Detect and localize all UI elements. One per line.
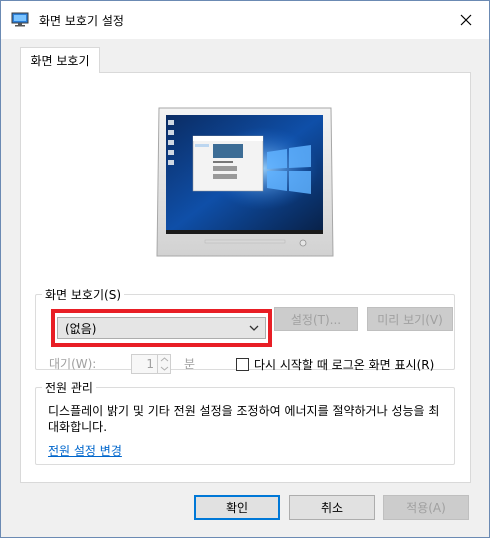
ok-button[interactable]: 확인 (194, 495, 280, 520)
wait-value: 1 (146, 357, 154, 371)
tab-panel: 화면 보호기(S) (없음) 설정(T)... 미리 보기(V) 대기(W): … (20, 72, 471, 483)
apply-button-label: 적용(A) (406, 501, 446, 515)
tab-label: 화면 보호기 (30, 54, 90, 68)
spin-arrows[interactable] (157, 355, 170, 373)
wait-spinner[interactable]: 1 (131, 354, 171, 374)
window-title: 화면 보호기 설정 (39, 14, 124, 28)
power-group: 전원 관리 디스플레이 밝기 및 기타 전원 설정을 조정하여 에너지를 절약하… (35, 379, 455, 465)
power-settings-link[interactable]: 전원 설정 변경 (48, 442, 122, 459)
cancel-button[interactable]: 취소 (289, 495, 375, 520)
title-bar[interactable]: 화면 보호기 설정 (1, 1, 489, 39)
power-group-label: 전원 관리 (42, 379, 96, 396)
resume-logon-checkbox[interactable] (236, 358, 249, 371)
preview-button-label: 미리 보기(V) (377, 312, 443, 327)
cancel-button-label: 취소 (320, 501, 344, 515)
power-description: 디스플레이 밝기 및 기타 전원 설정을 조정하여 에너지를 절약하거나 성능을… (48, 404, 440, 434)
screensaver-group-label: 화면 보호기(S) (42, 286, 124, 303)
close-icon (460, 14, 472, 26)
resume-logon-label[interactable]: 다시 시작할 때 로그온 화면 표시(R) (254, 356, 434, 373)
apply-button[interactable]: 적용(A) (383, 495, 469, 520)
settings-button-label: 설정(T)... (290, 312, 342, 327)
preview-button[interactable]: 미리 보기(V) (367, 307, 453, 331)
monitor-icon (11, 12, 29, 27)
tab-screensaver[interactable]: 화면 보호기 (20, 47, 100, 73)
wait-label: 대기(W): (49, 357, 97, 371)
ok-button-label: 확인 (225, 501, 249, 515)
minutes-label: 분 (184, 357, 196, 371)
screensaver-group: 화면 보호기(S) (없음) 설정(T)... 미리 보기(V) 대기(W): … (35, 286, 455, 374)
spin-down-icon (160, 366, 169, 371)
spin-up-icon (160, 357, 169, 362)
settings-button[interactable]: 설정(T)... (274, 307, 358, 331)
monitor-preview (156, 107, 334, 257)
highlight-box (51, 309, 272, 347)
screensaver-settings-window: 화면 보호기 설정 화면 보호기 화면 보호기(S) (없음) 설정(T)...… (0, 0, 490, 538)
close-button[interactable] (443, 1, 489, 39)
